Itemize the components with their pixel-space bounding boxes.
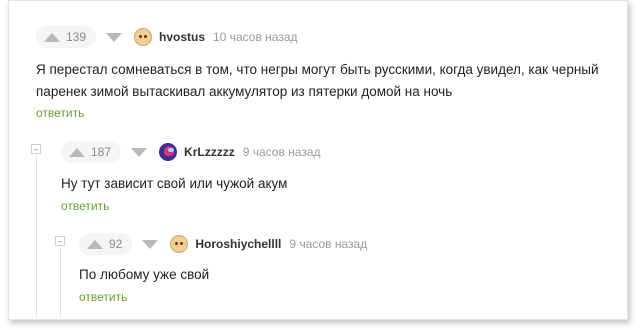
comment-meta: 139 hvostus 10 часов назад — [36, 25, 626, 49]
face-avatar-icon[interactable] — [170, 235, 189, 253]
timestamp[interactable]: 9 часов назад — [289, 237, 367, 251]
reply-link[interactable]: ответить — [61, 199, 321, 213]
author-name[interactable]: hvostus — [159, 30, 205, 44]
author-name[interactable]: KrLzzzzz — [184, 145, 235, 159]
comment-2: 187 KrLzzzzz 9 часов назад Ну тут зависи… — [61, 140, 321, 213]
comment-3: 92 Horoshiychellll 9 часов назад По любо… — [79, 232, 367, 304]
comment-text-line: Ну тут зависит свой или чужой акум — [61, 176, 288, 191]
comment-text-line: Я перестал сомневаться в том, что негры … — [36, 62, 599, 77]
thread-line[interactable] — [36, 156, 37, 316]
face-avatar-icon[interactable] — [134, 28, 153, 46]
downvote-arrow-icon[interactable] — [106, 32, 123, 42]
vote-count: 139 — [66, 30, 87, 44]
reply-link[interactable]: ответить — [36, 106, 626, 120]
timestamp[interactable]: 9 часов назад — [243, 145, 321, 159]
vote-counter: 187 — [61, 141, 122, 163]
vote-counter: 92 — [79, 233, 133, 255]
comment-meta: 187 KrLzzzzz 9 часов назад — [61, 140, 321, 164]
comment-text-line: паренек зимой вытаскивал аккумулятор из … — [36, 84, 453, 99]
vote-count: 92 — [109, 237, 123, 251]
comment-text: Я перестал сомневаться в том, что негры … — [36, 59, 626, 103]
vote-count: 187 — [91, 145, 112, 159]
comment-text: По любому уже свой — [79, 264, 367, 286]
among-us-avatar-icon[interactable] — [159, 143, 178, 161]
collapse-thread-icon[interactable] — [55, 236, 65, 246]
thread-line[interactable] — [60, 248, 61, 316]
downvote-arrow-icon[interactable] — [131, 147, 148, 157]
downvote-arrow-icon[interactable] — [142, 239, 159, 249]
collapse-thread-icon[interactable] — [31, 144, 41, 154]
upvote-arrow-icon[interactable] — [44, 32, 60, 42]
comment-1: 139 hvostus 10 часов назад Я перестал со… — [36, 25, 626, 120]
upvote-arrow-icon[interactable] — [69, 147, 85, 157]
comment-meta: 92 Horoshiychellll 9 часов назад — [79, 232, 367, 256]
comments-panel: 139 hvostus 10 часов назад Я перестал со… — [8, 0, 628, 320]
comment-text-line: По любому уже свой — [79, 267, 210, 282]
upvote-arrow-icon[interactable] — [87, 239, 103, 249]
reply-link[interactable]: ответить — [79, 290, 367, 304]
timestamp[interactable]: 10 часов назад — [213, 30, 297, 44]
author-name[interactable]: Horoshiychellll — [195, 237, 281, 251]
comment-text: Ну тут зависит свой или чужой акум — [61, 173, 321, 195]
vote-counter: 139 — [36, 26, 97, 48]
